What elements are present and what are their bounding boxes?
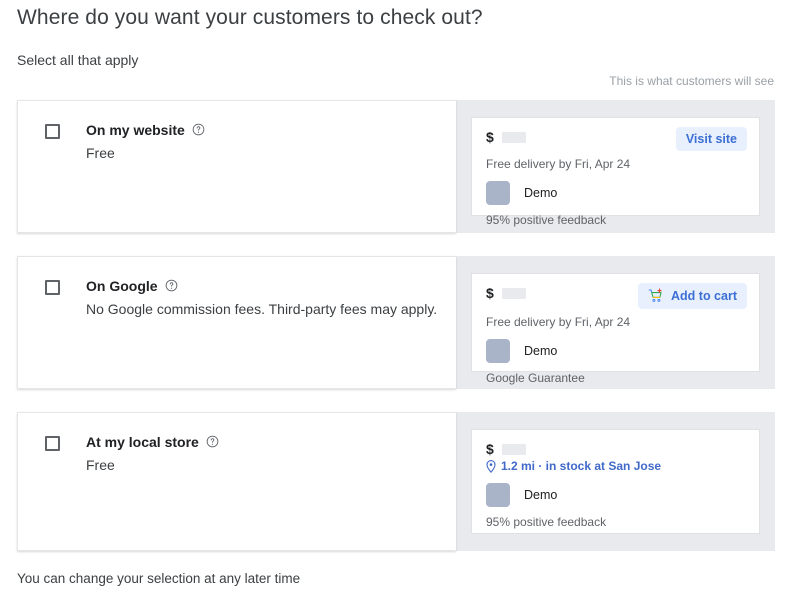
merchant-row: Demo: [486, 339, 747, 363]
feedback-text: 95% positive feedback: [486, 213, 747, 227]
preview-card: $ 1.2 mi · in stock at San Jose Demo 95%…: [471, 429, 760, 534]
price-symbol: $: [486, 130, 494, 144]
checkbox-on-google[interactable]: [45, 280, 60, 295]
help-circle-icon[interactable]: [165, 279, 178, 292]
delivery-text: Free delivery by Fri, Apr 24: [486, 315, 747, 330]
option-row-at-my-local-store: At my local store Free $: [17, 412, 775, 551]
preview-note: This is what customers will see: [609, 74, 774, 88]
option-title: On my website: [86, 121, 185, 139]
preview-card: $ Visit site Free delivery by Fri, Apr 2…: [471, 117, 760, 216]
merchant-name: Demo: [524, 186, 557, 200]
option-card-at-my-local-store[interactable]: At my local store Free: [17, 412, 456, 551]
delivery-text: Free delivery by Fri, Apr 24: [486, 157, 747, 172]
merchant-row: Demo: [486, 181, 747, 205]
option-description: Free: [86, 145, 205, 162]
add-to-cart-button[interactable]: Add to cart: [638, 283, 747, 309]
help-circle-icon[interactable]: [192, 123, 205, 136]
merchant-row: Demo: [486, 483, 747, 507]
option-title: On Google: [86, 277, 158, 295]
option-row-on-google: On Google No Google commission fees. Thi…: [17, 256, 775, 389]
feedback-text: Google Guarantee: [486, 371, 747, 385]
merchant-logo-placeholder: [486, 483, 510, 507]
footer-note: You can change your selection at any lat…: [17, 571, 300, 586]
help-circle-icon[interactable]: [206, 435, 219, 448]
feedback-text: 95% positive feedback: [486, 515, 747, 529]
merchant-logo-placeholder: [486, 339, 510, 363]
price-row: $: [486, 286, 526, 300]
price-redaction-bar: [502, 444, 526, 455]
page-subtitle: Select all that apply: [17, 52, 138, 68]
price-row: $: [486, 130, 526, 144]
preview-panel-on-my-website: $ Visit site Free delivery by Fri, Apr 2…: [456, 100, 775, 233]
shopping-cart-icon: [648, 288, 664, 304]
add-to-cart-label: Add to cart: [671, 289, 737, 303]
option-card-on-my-website[interactable]: On my website Free: [17, 100, 456, 233]
option-card-on-google[interactable]: On Google No Google commission fees. Thi…: [17, 256, 456, 389]
merchant-name: Demo: [524, 344, 557, 358]
location-pin-icon: [486, 460, 496, 473]
visit-site-label: Visit site: [686, 132, 737, 146]
price-redaction-bar: [502, 132, 526, 143]
option-row-on-my-website: On my website Free $: [17, 100, 775, 233]
merchant-logo-placeholder: [486, 181, 510, 205]
price-symbol: $: [486, 442, 494, 456]
visit-site-button[interactable]: Visit site: [676, 127, 747, 151]
checkbox-at-my-local-store[interactable]: [45, 436, 60, 451]
price-symbol: $: [486, 286, 494, 300]
preview-card: $ Add to cart: [471, 273, 760, 372]
merchant-name: Demo: [524, 488, 557, 502]
in-stock-row: 1.2 mi · in stock at San Jose: [486, 459, 747, 474]
in-stock-text: 1.2 mi · in stock at San Jose: [501, 459, 661, 474]
option-title: At my local store: [86, 433, 199, 451]
price-redaction-bar: [502, 288, 526, 299]
option-description: Free: [86, 457, 219, 474]
preview-panel-on-google: $ Add to cart: [456, 256, 775, 389]
page-title: Where do you want your customers to chec…: [17, 6, 483, 30]
price-row: $: [486, 442, 526, 456]
checkbox-on-my-website[interactable]: [45, 124, 60, 139]
option-description: No Google commission fees. Third-party f…: [86, 301, 437, 318]
preview-panel-at-my-local-store: $ 1.2 mi · in stock at San Jose Demo 95%…: [456, 412, 775, 551]
